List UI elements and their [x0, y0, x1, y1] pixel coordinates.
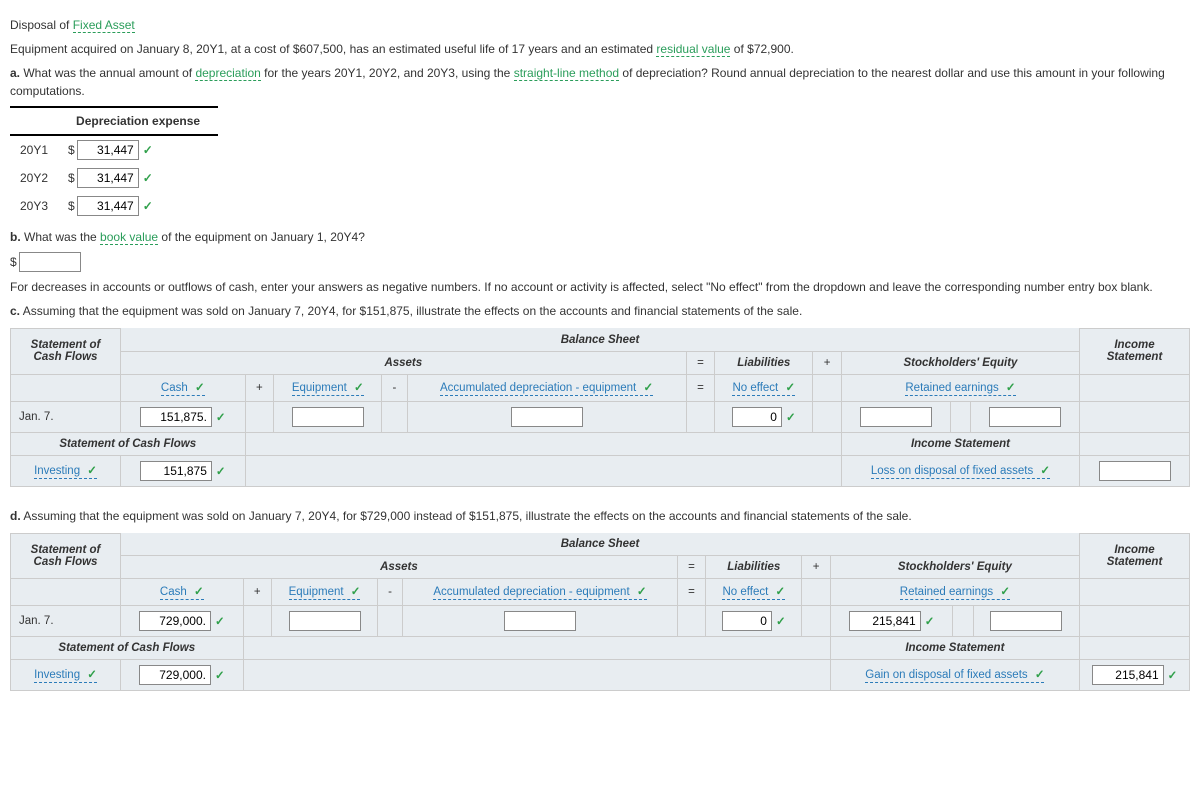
d-equip-input[interactable] [289, 611, 361, 631]
question-a: a. What was the annual amount of depreci… [10, 64, 1190, 100]
c-re1-input[interactable] [860, 407, 932, 427]
book-value-input[interactable] [19, 252, 81, 272]
book-value-link[interactable]: book value [100, 230, 158, 245]
investing-select[interactable]: Investing ✓ [34, 667, 97, 683]
financial-table-d: Statement of Cash Flows Balance Sheet In… [10, 533, 1190, 692]
accum-dep-select[interactable]: Accumulated depreciation - equipment ✓ [433, 584, 646, 600]
depreciation-link[interactable]: depreciation [195, 66, 260, 81]
dep-20y1-input[interactable] [77, 140, 139, 160]
dep-20y3-input[interactable] [77, 196, 139, 216]
dep-20y2-input[interactable] [77, 168, 139, 188]
cash-select[interactable]: Cash ✓ [161, 380, 205, 396]
loss-select[interactable]: Loss on disposal of fixed assets ✓ [871, 463, 1050, 479]
no-effect-select[interactable]: No effect ✓ [732, 380, 795, 396]
no-effect-select[interactable]: No effect ✓ [722, 584, 785, 600]
retained-select[interactable]: Retained earnings ✓ [905, 380, 1015, 396]
d-liab-input[interactable] [722, 611, 772, 631]
equipment-select[interactable]: Equipment ✓ [292, 380, 364, 396]
d-cash-input[interactable] [139, 611, 211, 631]
fixed-asset-link[interactable]: Fixed Asset [73, 18, 135, 33]
table-row: 20Y1 $✓ [10, 135, 218, 164]
check-icon: ✓ [216, 412, 226, 424]
question-c: c. Assuming that the equipment was sold … [10, 302, 1190, 320]
d-is-input[interactable] [1092, 665, 1164, 685]
residual-value-link[interactable]: residual value [656, 42, 730, 57]
page-title: Disposal of Fixed Asset [10, 16, 1190, 34]
d-accum-input[interactable] [504, 611, 576, 631]
d-scf-input[interactable] [139, 665, 211, 685]
check-icon: ✓ [786, 412, 796, 424]
table-row: 20Y2 $✓ [10, 164, 218, 192]
investing-select[interactable]: Investing ✓ [34, 463, 97, 479]
accum-dep-select[interactable]: Accumulated depreciation - equipment ✓ [440, 380, 653, 396]
gain-select[interactable]: Gain on disposal of fixed assets ✓ [865, 667, 1044, 683]
straight-line-link[interactable]: straight-line method [514, 66, 619, 81]
financial-table-c: Statement of Cash Flows Balance Sheet In… [10, 328, 1190, 487]
c-equip-input[interactable] [292, 407, 364, 427]
cash-select[interactable]: Cash ✓ [160, 584, 204, 600]
d-re2-input[interactable] [990, 611, 1062, 631]
c-cash-input[interactable] [140, 407, 212, 427]
check-icon: ✓ [215, 616, 225, 628]
check-icon: ✓ [1168, 670, 1178, 682]
c-accum-input[interactable] [511, 407, 583, 427]
dep-header: Depreciation expense [58, 107, 218, 135]
equipment-select[interactable]: Equipment ✓ [289, 584, 361, 600]
check-icon: ✓ [215, 670, 225, 682]
question-d: d. Assuming that the equipment was sold … [10, 507, 1190, 525]
check-icon: ✓ [925, 616, 935, 628]
c-re2-input[interactable] [989, 407, 1061, 427]
instruction-note: For decreases in accounts or outflows of… [10, 278, 1190, 296]
depreciation-table: Depreciation expense 20Y1 $✓ 20Y2 $✓ 20Y… [10, 106, 218, 220]
check-icon: ✓ [776, 616, 786, 628]
intro-text: Equipment acquired on January 8, 20Y1, a… [10, 40, 1190, 58]
check-icon: ✓ [143, 199, 153, 213]
c-liab-input[interactable] [732, 407, 782, 427]
check-icon: ✓ [143, 143, 153, 157]
retained-select[interactable]: Retained earnings ✓ [900, 584, 1010, 600]
d-re1-input[interactable] [849, 611, 921, 631]
c-scf-input[interactable] [140, 461, 212, 481]
check-icon: ✓ [143, 171, 153, 185]
c-is-input[interactable] [1099, 461, 1171, 481]
table-row: 20Y3 $✓ [10, 192, 218, 220]
check-icon: ✓ [216, 466, 226, 478]
question-b: b. What was the book value of the equipm… [10, 228, 1190, 246]
